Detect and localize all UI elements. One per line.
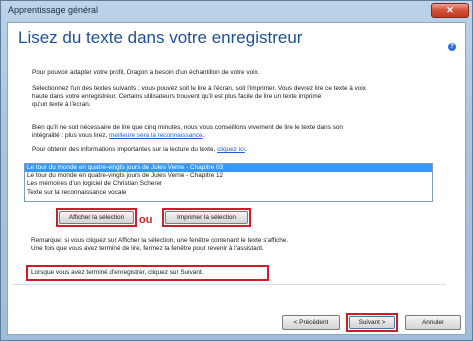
minutes-line-1: Bien qu'il ne soit nécessaire de lire qu…	[32, 124, 343, 131]
close-button[interactable]: ✕	[431, 3, 469, 18]
list-item[interactable]: Le tour du monde en quatre-vingts jours …	[25, 164, 432, 173]
window-title: Apprentissage général	[8, 5, 99, 15]
previous-button[interactable]: < Précédent	[282, 315, 340, 330]
list-item[interactable]: Les mémoires d'un logiciel de Christian …	[25, 180, 432, 188]
info-prefix: Pour obtenir des informations importante…	[32, 146, 218, 153]
info-link[interactable]: cliquez ici	[217, 146, 245, 153]
help-icon[interactable]: ?	[448, 43, 456, 51]
show-selection-button[interactable]: Afficher la sélection	[59, 211, 134, 224]
texts-listbox[interactable]: Le tour du monde en quatre-vingts jours …	[24, 163, 433, 202]
select-line-2: haute dans votre enregistreur. Certains …	[32, 93, 322, 101]
close-icon: ✕	[446, 5, 454, 15]
recognition-link[interactable]: meilleure sera la reconnaissance	[109, 132, 202, 139]
cancel-button[interactable]: Annuler	[405, 315, 461, 330]
list-item[interactable]: Le tour du monde en quatre-vingts jours …	[25, 172, 432, 180]
title-bar[interactable]: Apprentissage général ✕	[1, 1, 472, 21]
next-button[interactable]: Suivant >	[349, 316, 395, 329]
select-line-3: qu'un texte à l'écran.	[32, 101, 91, 109]
minutes-line-2-suffix: .	[202, 132, 205, 140]
dialog-window: Apprentissage général ✕ Lisez du texte d…	[0, 0, 473, 341]
remark-line-2: Une fois que vous avez terminé de lire, …	[31, 245, 264, 253]
page-title: Lisez du texte dans votre enregistreur	[18, 28, 303, 47]
print-selection-button[interactable]: Imprimer la sélection	[165, 211, 248, 224]
footer-divider	[13, 284, 446, 285]
info-suffix: .	[244, 146, 247, 153]
select-instructions: Sélectionnez l'un des textes suivants ; …	[32, 85, 452, 110]
info-text: Pour obtenir des informations importante…	[32, 146, 452, 154]
done-text: Lorsque vous avez terminé d'enregistrer,…	[31, 269, 204, 276]
remark-line-1: Remarque: si vous cliquez sur Afficher l…	[31, 237, 289, 244]
remark-text: Remarque: si vous cliquez sur Afficher l…	[31, 237, 451, 253]
minutes-line-2-prefix: intégralité : plus vous lirez,	[32, 132, 110, 140]
or-label: ou	[139, 214, 153, 226]
select-line-1: Sélectionnez l'un des textes suivants ; …	[32, 85, 367, 92]
minutes-text: Bien qu'il ne soit nécessaire de lire qu…	[32, 124, 452, 140]
list-item[interactable]: Texte sur la reconnaissance vocale	[25, 189, 432, 197]
intro-text: Pour pouvoir adapter votre profil, Drago…	[32, 69, 260, 76]
minutes-line-2: intégralité : plus vous lirez, meilleure…	[32, 132, 452, 140]
